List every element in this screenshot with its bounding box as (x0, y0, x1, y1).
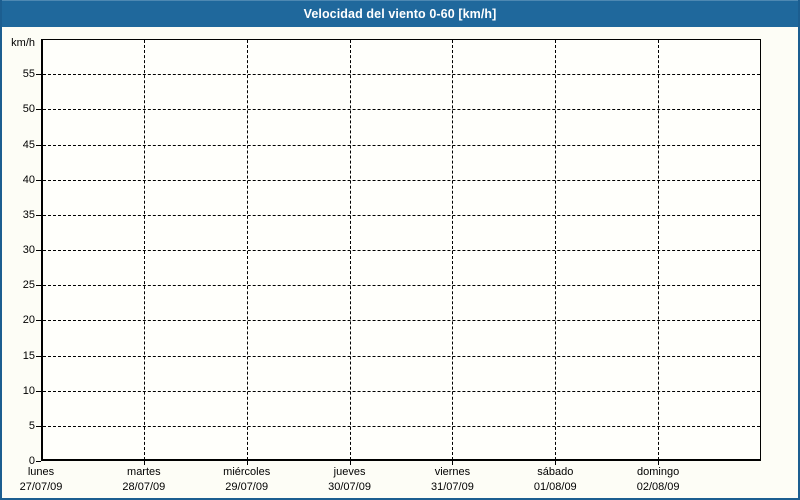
y-tick-label: 35 (22, 208, 35, 221)
x-tick-mark (246, 461, 248, 465)
y-axis-unit-label: km/h (11, 37, 35, 49)
x-axis-day-label: domingo (637, 466, 680, 478)
y-tick-label: 50 (22, 103, 35, 116)
h-gridline (43, 320, 760, 322)
y-tick-label: 30 (22, 244, 35, 256)
x-axis-date-label: 02/08/09 (636, 481, 680, 493)
y-tick-mark (36, 390, 41, 392)
v-gridline (143, 40, 145, 460)
x-tick-mark (555, 461, 557, 465)
h-gridline (43, 285, 760, 287)
v-gridline (349, 40, 351, 460)
y-tick-mark (36, 214, 41, 216)
y-tick-mark (36, 355, 41, 357)
y-tick-label: 20 (22, 314, 35, 327)
chart-title: Velocidad del viento 0-60 [km/h] (303, 7, 497, 21)
h-gridline (43, 74, 760, 76)
v-gridline (658, 40, 660, 460)
x-tick-mark (658, 461, 660, 465)
chart-title-bar: Velocidad del viento 0-60 [km/h] (0, 0, 800, 27)
y-tick-label: 40 (22, 173, 35, 186)
h-gridline (43, 179, 760, 181)
y-tick-mark (36, 74, 41, 76)
h-gridline (43, 144, 760, 146)
y-tick-mark (36, 461, 41, 462)
x-tick-mark (143, 461, 145, 465)
y-tick-label: 25 (22, 279, 35, 292)
x-tick-mark (349, 461, 351, 465)
h-gridline (43, 390, 760, 392)
y-tick-mark (36, 425, 41, 427)
y-tick-mark (36, 285, 41, 287)
y-tick-label: 5 (28, 419, 35, 432)
y-tick-mark (36, 144, 41, 146)
x-tick-mark (452, 461, 454, 465)
y-tick-mark (36, 320, 41, 322)
y-tick-mark (36, 109, 41, 111)
h-gridline (43, 425, 760, 427)
y-tick-label: 10 (22, 384, 35, 397)
h-gridline (43, 214, 760, 216)
wind-speed-chart-window: Velocidad del viento 0-60 [km/h] km/h 05… (0, 0, 800, 500)
y-tick-mark (36, 250, 41, 251)
h-gridline (43, 355, 760, 357)
v-gridline (555, 40, 557, 460)
y-tick-label: 15 (22, 349, 35, 362)
y-tick-label: 45 (22, 138, 35, 151)
h-gridline (43, 250, 760, 251)
h-gridline (43, 109, 760, 111)
v-gridline (452, 40, 454, 460)
y-tick-mark (36, 179, 41, 181)
v-gridline (246, 40, 248, 460)
y-tick-label: 55 (22, 68, 35, 81)
